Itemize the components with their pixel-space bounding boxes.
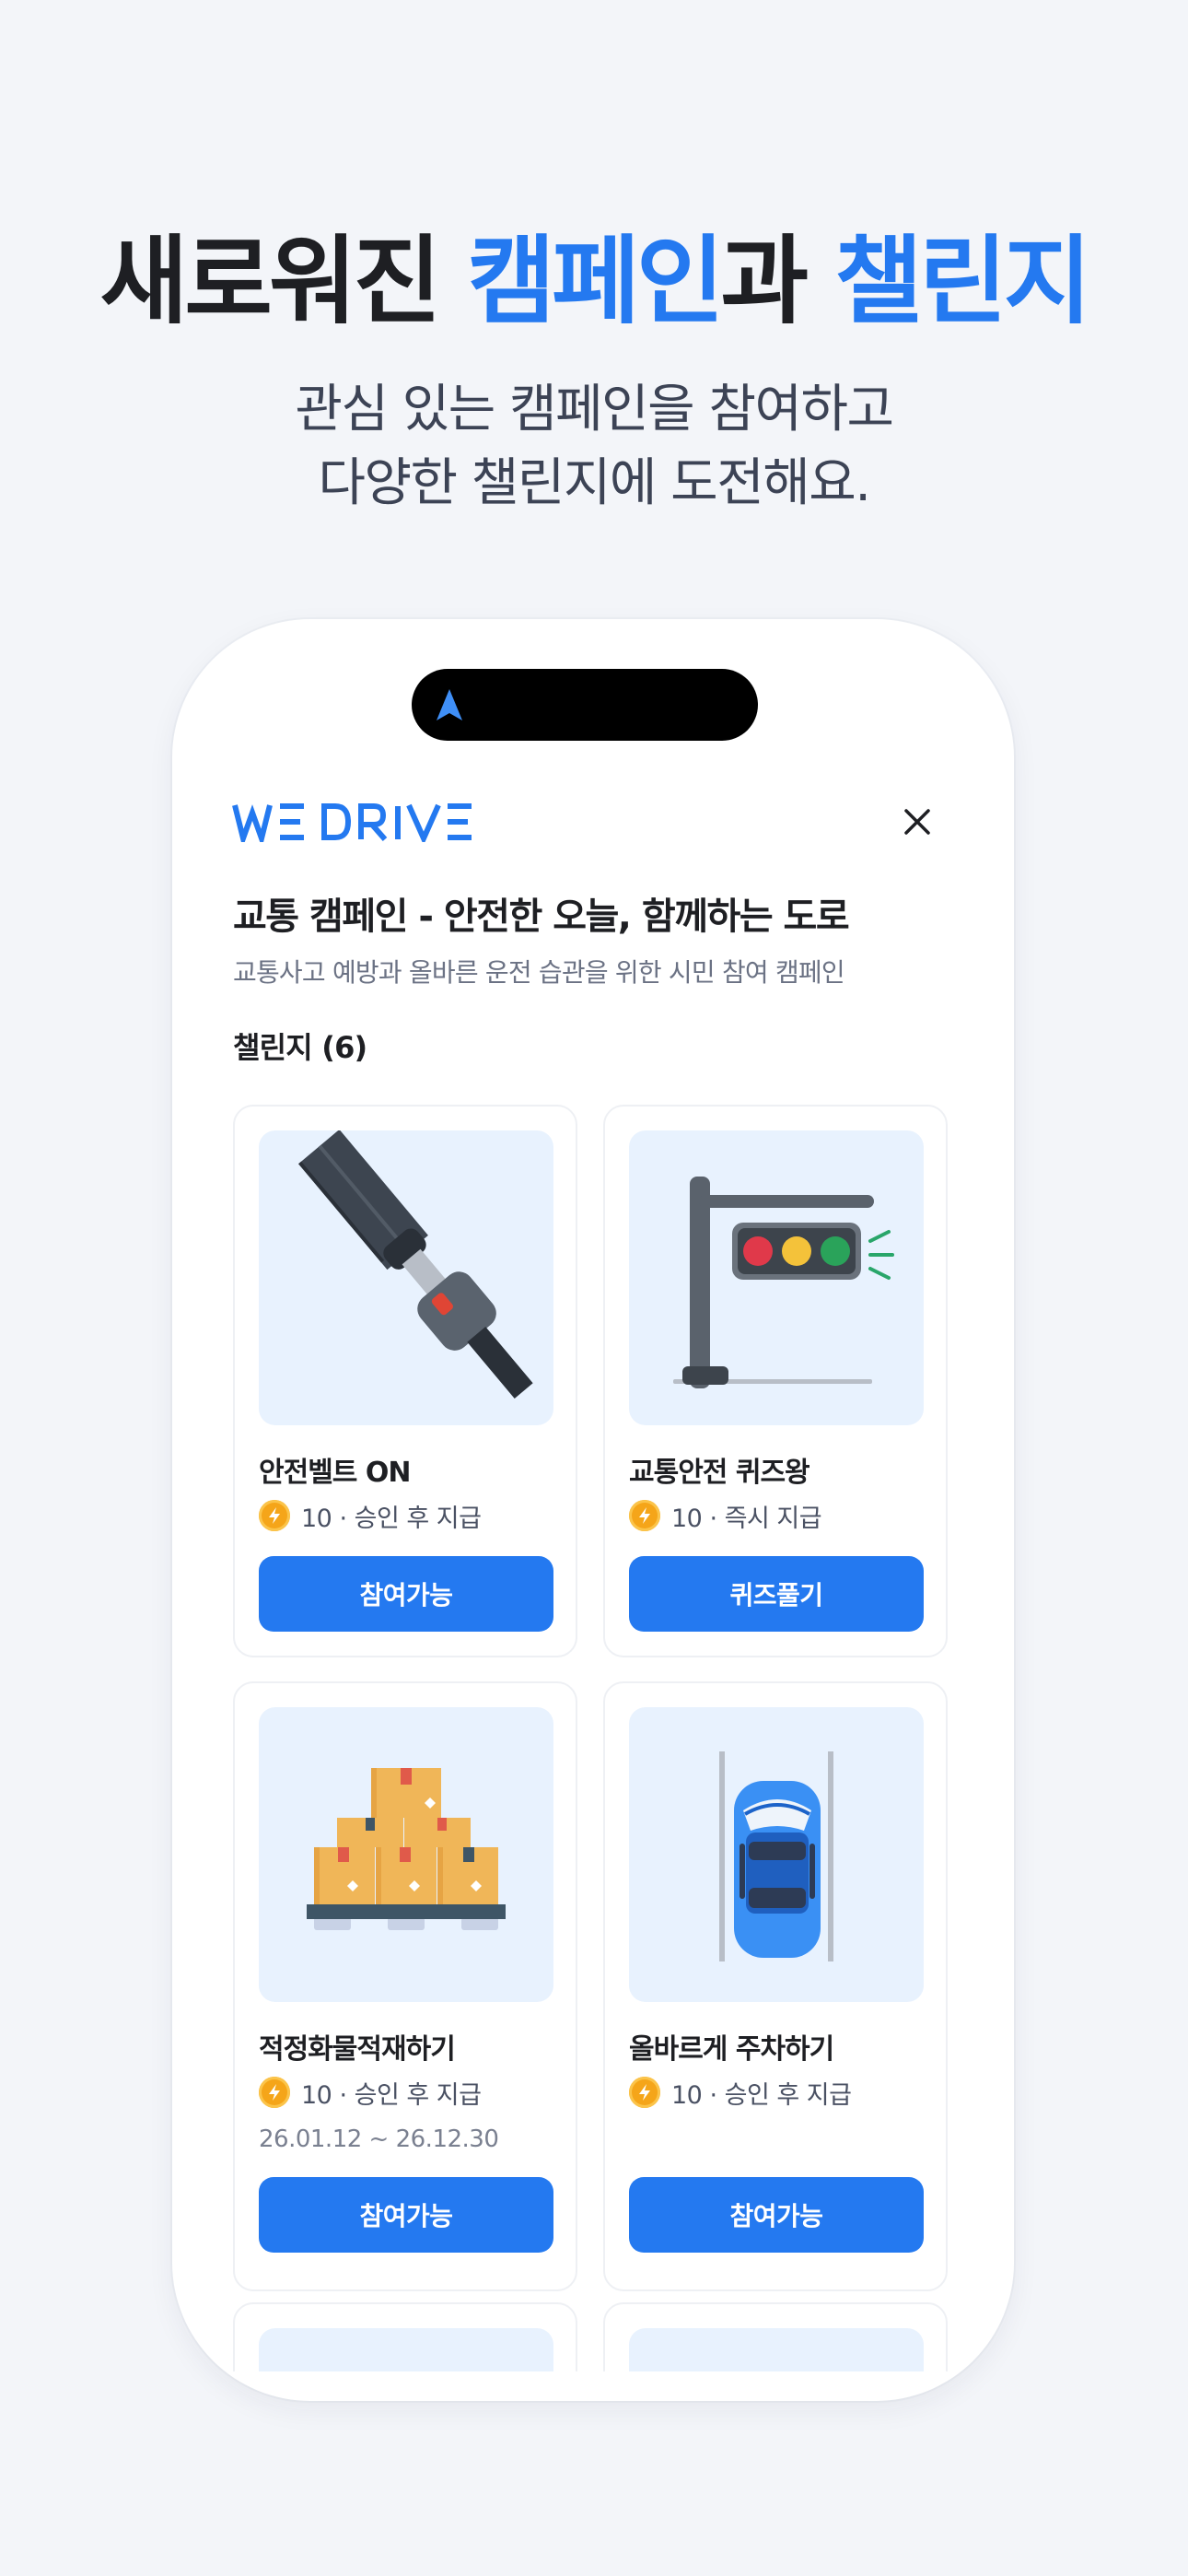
challenge-thumbnail: [259, 1707, 553, 2002]
challenge-card-partial-2[interactable]: [603, 2302, 948, 2371]
reward-text: 10 · 승인 후 지급: [671, 2080, 852, 2110]
challenge-card-cargo[interactable]: 적정화물적재하기 10 · 승인 후 지급 26.01.12 ~ 26.12.3…: [233, 1681, 577, 2291]
challenge-card-partial-1[interactable]: [233, 2302, 577, 2371]
campaign-title: 교통 캠페인 - 안전한 오늘, 함께하는 도로: [233, 896, 850, 938]
challenge-thumbnail: [629, 1707, 924, 2002]
challenge-card-quiz[interactable]: 교통안전 퀴즈왕 10 · 즉시 지급 퀴즈풀기: [603, 1105, 948, 1657]
headline-accent-campaign: 캠페인: [467, 225, 724, 337]
app-screen: 교통 캠페인 - 안전한 오늘, 함께하는 도로 교통사고 예방과 올바른 운전…: [172, 619, 1014, 2371]
challenge-section-label: 챌린지 (6): [233, 1030, 367, 1065]
challenge-reward: 10 · 승인 후 지급: [259, 1499, 482, 1533]
headline-text-1: 새로워진: [99, 225, 468, 337]
challenge-card-seatbelt[interactable]: 안전벨트 ON 10 · 승인 후 지급 참여가능: [233, 1105, 577, 1657]
close-button[interactable]: [891, 796, 943, 848]
join-button[interactable]: 참여가능: [629, 2177, 924, 2253]
challenge-reward: 10 · 승인 후 지급: [629, 2076, 852, 2110]
quiz-button[interactable]: 퀴즈풀기: [629, 1556, 924, 1632]
parked-car-icon: [719, 1751, 833, 1961]
challenge-reward: 10 · 즉시 지급: [629, 1499, 822, 1533]
point-coin-icon: [629, 2077, 660, 2108]
subhead-line-1: 관심 있는 캠페인을 참여하고: [295, 380, 894, 439]
challenge-name: 안전벨트 ON: [259, 1457, 411, 1489]
challenge-period: 26.01.12 ~ 26.12.30: [259, 2125, 499, 2153]
point-coin-icon: [259, 2077, 290, 2108]
challenge-thumbnail: [629, 1130, 924, 1425]
challenge-thumbnail: [259, 1130, 553, 1425]
challenge-thumbnail: [259, 2328, 553, 2371]
challenge-reward: 10 · 승인 후 지급: [259, 2076, 482, 2110]
traffic-light-icon: [673, 1177, 894, 1388]
challenge-thumbnail: [629, 2328, 924, 2371]
campaign-description: 교통사고 예방과 올바른 운전 습관을 위한 시민 참여 캠페인: [233, 957, 845, 988]
phone-frame: 교통 캠페인 - 안전한 오늘, 함께하는 도로 교통사고 예방과 올바른 운전…: [172, 619, 1014, 2401]
promo-subheading: 관심 있는 캠페인을 참여하고 다양한 챌린지에 도전해요.: [0, 373, 1188, 521]
headline-text-2: 과: [720, 225, 835, 337]
join-button[interactable]: 참여가능: [259, 1556, 553, 1632]
challenge-card-parking[interactable]: 올바르게 주차하기 10 · 승인 후 지급 참여가능: [603, 1681, 948, 2291]
challenge-name: 적정화물적재하기: [259, 2033, 456, 2066]
cargo-boxes-icon: [307, 1768, 506, 1930]
reward-text: 10 · 즉시 지급: [671, 1504, 822, 1533]
reward-text: 10 · 승인 후 지급: [301, 1504, 482, 1533]
challenge-name: 올바르게 주차하기: [629, 2033, 834, 2066]
seatbelt-icon: [298, 1130, 533, 1399]
promo-headline: 새로워진 캠페인과 챌린지: [0, 221, 1188, 341]
subhead-line-2: 다양한 챌린지에 도전해요.: [318, 453, 871, 513]
join-button[interactable]: 참여가능: [259, 2177, 553, 2253]
point-coin-icon: [629, 1500, 660, 1531]
wedrive-logo: [232, 803, 472, 842]
challenge-name: 교통안전 퀴즈왕: [629, 1457, 810, 1489]
reward-text: 10 · 승인 후 지급: [301, 2080, 482, 2110]
close-icon: [904, 809, 930, 835]
point-coin-icon: [259, 1500, 290, 1531]
headline-accent-challenge: 챌린지: [834, 225, 1091, 337]
